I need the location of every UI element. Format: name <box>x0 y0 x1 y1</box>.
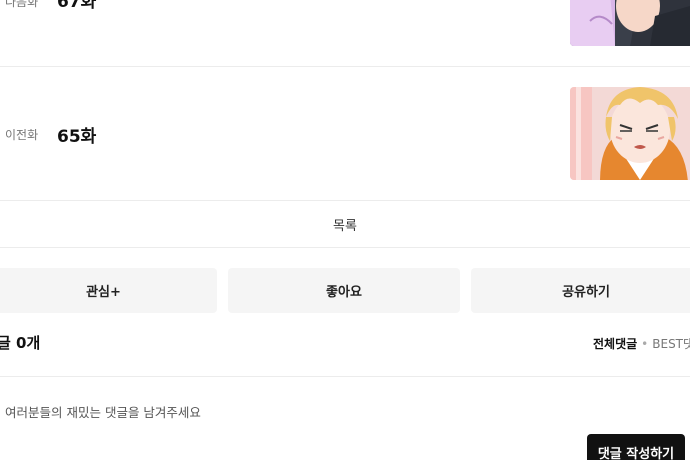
divider <box>0 376 690 377</box>
share-button[interactable]: 공유하기 <box>471 268 690 313</box>
prev-episode-label: 이전화 <box>5 128 39 142</box>
next-episode-thumbnail <box>570 0 690 46</box>
divider <box>0 247 690 248</box>
next-episode-row[interactable]: 다음화 67화 <box>0 0 690 66</box>
sort-separator: • <box>641 337 649 351</box>
prev-episode-title: 65화 <box>57 127 97 147</box>
favorite-button[interactable]: 관심+ <box>0 268 217 313</box>
sort-all-comments[interactable]: 전체댓글 <box>593 337 637 351</box>
sort-best-comments[interactable]: BEST댓 <box>652 337 690 351</box>
comment-count: 글 0개 <box>0 334 41 352</box>
prev-episode-thumbnail <box>570 87 690 180</box>
prev-episode-row[interactable]: 이전화 65화 <box>0 67 690 200</box>
episode-list-link[interactable]: 목록 <box>0 201 690 247</box>
comment-sort: 전체댓글 • BEST댓 <box>593 335 690 352</box>
next-episode-title: 67화 <box>57 0 97 12</box>
write-comment-button[interactable]: 댓글 작성하기 <box>587 434 685 460</box>
like-button[interactable]: 좋아요 <box>228 268 460 313</box>
comment-input[interactable]: 여러분들의 재밌는 댓글을 남겨주세요 <box>5 402 201 421</box>
next-episode-label: 다음화 <box>5 0 39 9</box>
